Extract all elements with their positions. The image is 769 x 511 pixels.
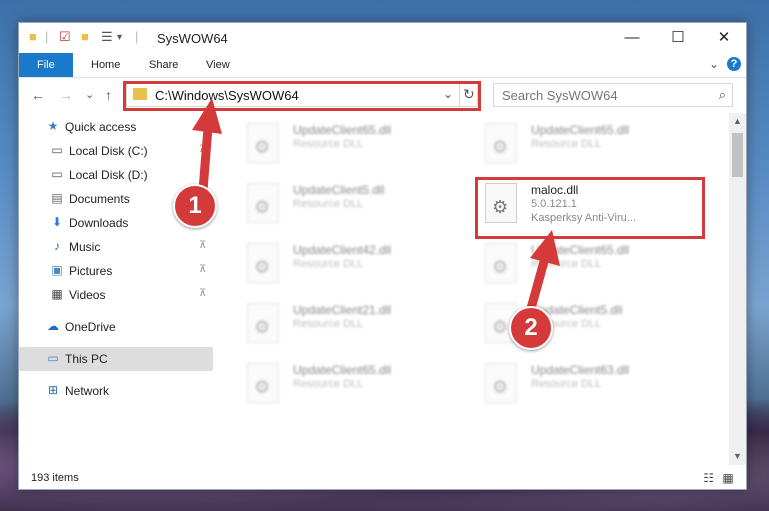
arrow-1-head bbox=[192, 98, 222, 134]
arrow-1-shaft bbox=[198, 123, 213, 195]
callout-badge-1: 1 bbox=[173, 184, 217, 228]
arrow-2-head bbox=[530, 230, 560, 266]
annotation-arrows bbox=[192, 98, 560, 317]
callout-badge-2: 2 bbox=[509, 306, 553, 350]
arrow-2-shaft bbox=[525, 253, 550, 317]
